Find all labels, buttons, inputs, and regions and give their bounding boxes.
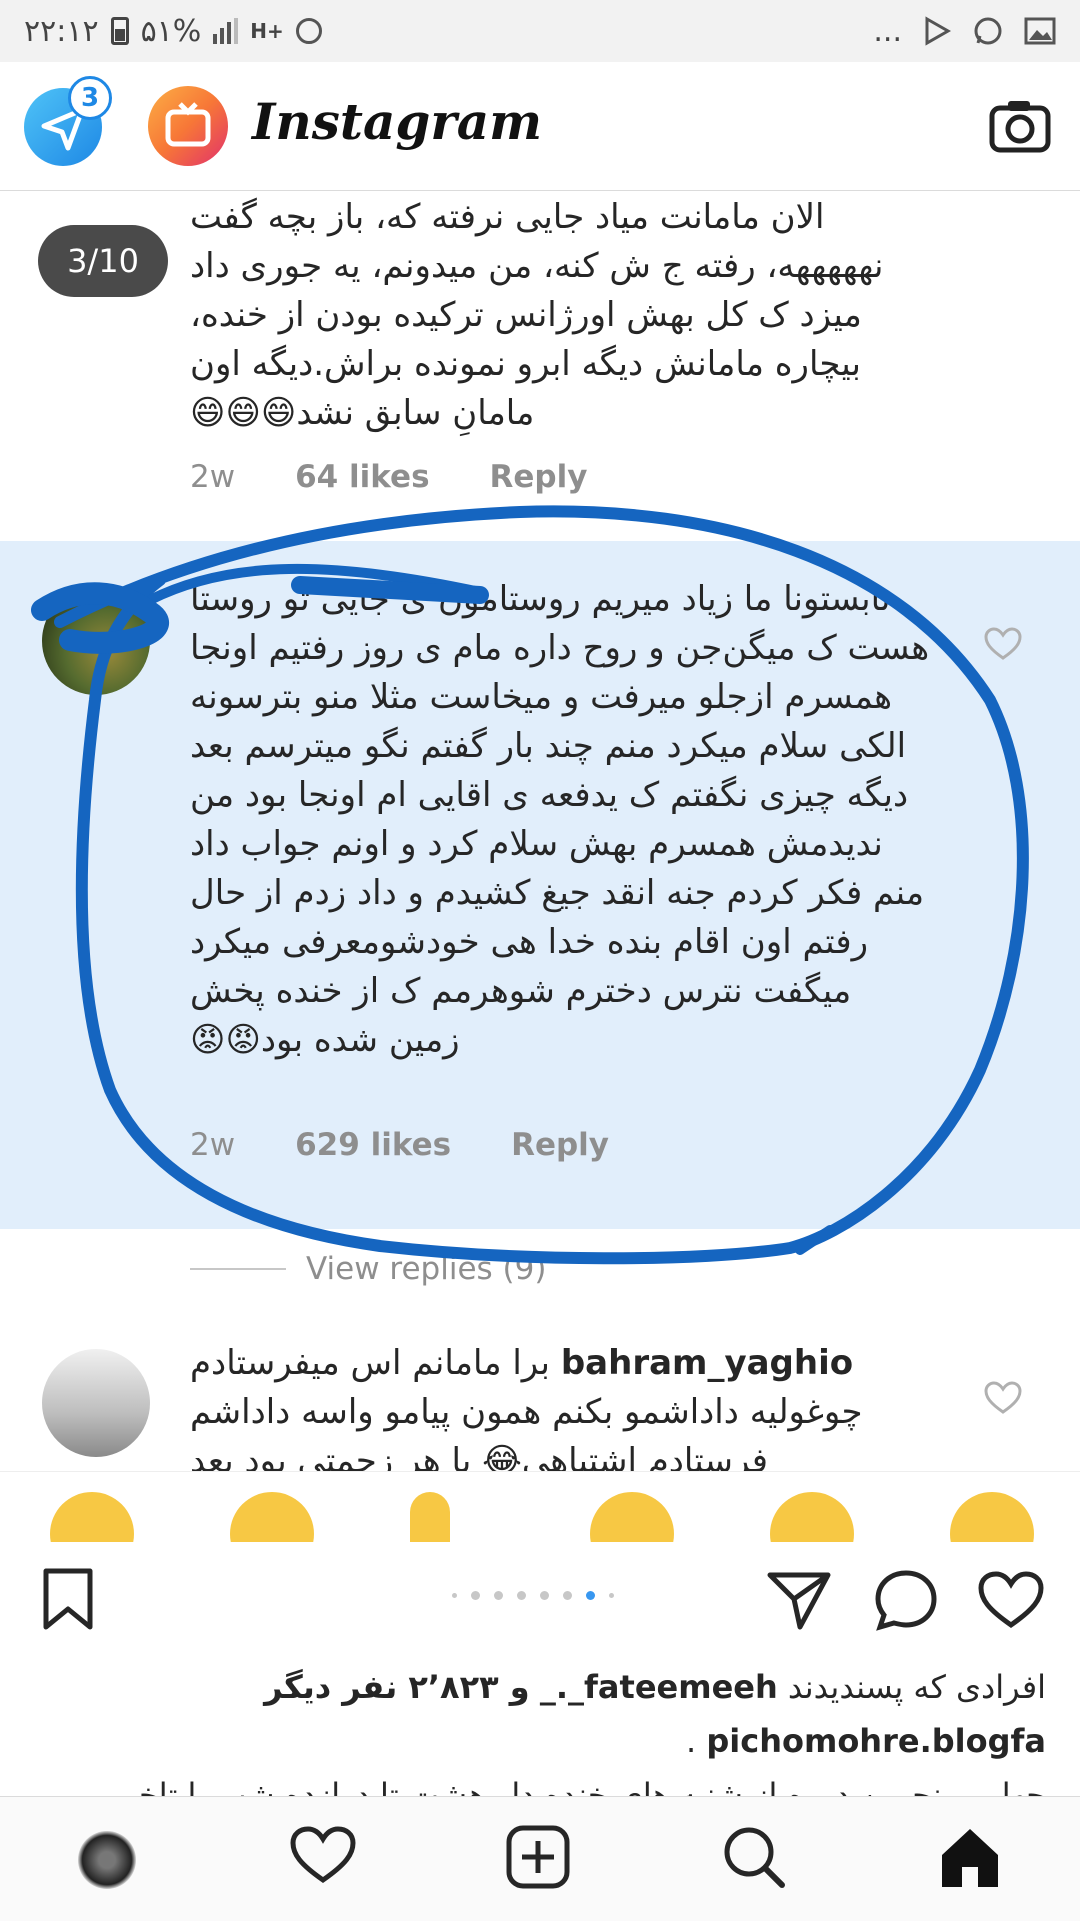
battery-icon [110,17,129,45]
crying-laugh-emoji-icon[interactable] [50,1492,134,1542]
liked-by-count[interactable]: و ۲٬۸۲۳ نفر دیگر [264,1668,530,1706]
profile-avatar-tab[interactable] [78,1831,136,1889]
comment-icon[interactable] [874,1569,938,1631]
whatsapp-icon [974,17,1002,45]
like-comment-heart-icon[interactable] [984,1381,1022,1415]
comment-text: الان مامانت میاد جایی نرفته که، باز بچه … [190,197,884,433]
smile-emoji-icon[interactable] [770,1492,854,1542]
liked-by-line: افرادی که پسندیدند _._fateemeeh و ۲٬۸۲۳ … [26,1660,1046,1714]
comment-time: 2w [190,459,236,495]
battery-level: ۵۱% [140,13,202,49]
status-left: ۲۲:۱۲ ۵۱% H+ [24,14,322,49]
save-bookmark-icon[interactable] [42,1567,94,1631]
view-replies-label[interactable]: View replies (9) [306,1251,546,1287]
alarm-icon [295,18,322,44]
emoji-quick-reactions [0,1471,1080,1542]
sunglasses-emoji-icon[interactable] [590,1492,674,1542]
new-post-plus-icon[interactable] [506,1825,570,1889]
post-actions [0,1541,1080,1661]
status-bar: ۲۲:۱۲ ۵۱% H+ ... [0,0,1080,62]
more-notifications: ... [873,13,902,49]
bottom-navigation [0,1796,1080,1921]
clock: ۲۲:۱۲ [24,13,99,49]
avatar[interactable] [42,587,150,695]
highlighted-comment: تابستونا ما زیاد میریم روستامون ی جایی ت… [0,541,1080,1229]
comment-text: bahram_yaghio برا مامانم اس میفرستادم چو… [190,1339,930,1471]
app-bar: 3 Instagram [0,62,1080,191]
search-icon[interactable] [722,1825,786,1889]
divider [190,1268,286,1270]
reply-button[interactable]: Reply [511,1127,609,1163]
network-type: H+ [250,19,284,43]
media-counter-badge: 3/10 [38,225,168,297]
camera-icon[interactable] [988,96,1052,156]
hand-emoji-icon[interactable] [410,1492,450,1542]
comment-item: bahram_yaghio برا مامانم اس میفرستادم چو… [0,1325,1080,1471]
heart-eyes-emoji-icon[interactable] [230,1492,314,1542]
laughing-emoji-icon[interactable] [950,1492,1034,1542]
like-comment-heart-icon[interactable] [984,627,1022,661]
carousel-dots [452,1591,614,1600]
comment-likes[interactable]: 64 likes [295,459,429,495]
gallery-icon [1024,17,1056,45]
comment-meta: 2w 629 likes Reply [190,1127,609,1163]
comment-time: 2w [190,1127,236,1163]
signal-icon [213,18,239,44]
reply-button[interactable]: Reply [490,459,588,495]
like-heart-icon[interactable] [978,1571,1044,1629]
view-replies-button[interactable]: View replies (9) [190,1251,546,1287]
share-icon[interactable] [766,1569,832,1631]
igtv-icon[interactable] [148,86,228,166]
caption-user-line: pichomohre.blogfa . [26,1714,1046,1768]
comment-username[interactable]: bahram_yaghio [561,1343,853,1383]
play-store-icon [925,16,952,46]
avatar[interactable] [42,1349,150,1457]
comment-text: تابستونا ما زیاد میریم روستامون ی جایی ت… [190,579,930,1060]
comment-item: 3/10 الان مامانت میاد جایی نرفته که، باز… [0,191,1080,541]
caption-dot: . [686,1722,697,1760]
tv-icon [165,102,211,147]
home-icon[interactable] [938,1825,1002,1889]
comment-likes[interactable]: 629 likes [295,1127,451,1163]
activity-heart-icon[interactable] [290,1825,356,1885]
status-right: ... [873,14,1056,49]
view-replies-row: View replies (9) [0,1229,1080,1325]
liked-by-user[interactable]: _._fateemeeh [540,1668,778,1706]
app-title: Instagram [252,92,542,151]
comments-list[interactable]: 3/10 الان مامانت میاد جایی نرفته که، باز… [0,191,1080,1471]
caption-username[interactable]: pichomohre.blogfa [706,1722,1046,1760]
comment-meta: 2w 64 likes Reply [190,459,587,495]
liked-by-prefix: افرادی که پسندیدند [787,1668,1046,1706]
dm-badge: 3 [68,76,112,120]
